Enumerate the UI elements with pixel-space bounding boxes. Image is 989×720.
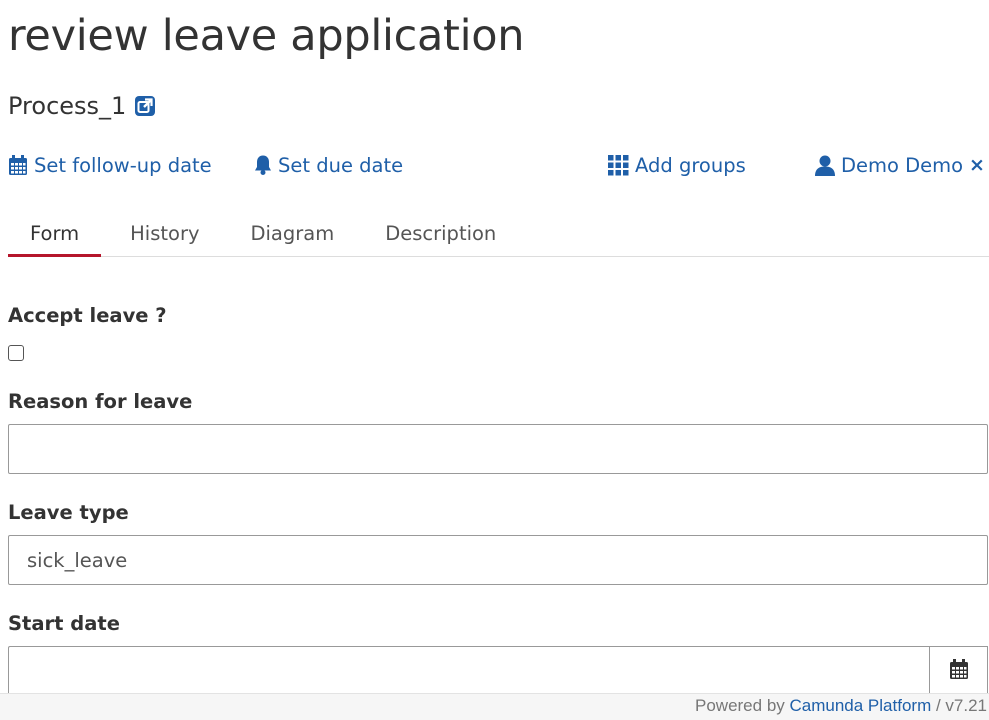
page-title: review leave application (8, 11, 525, 61)
footer: Powered by Camunda Platform / v7.21 (0, 693, 989, 720)
task-tabs: Form History Diagram Description (8, 212, 989, 257)
external-link-icon[interactable] (134, 95, 156, 117)
grid-icon (608, 154, 629, 176)
footer-prefix: Powered by (695, 696, 790, 715)
process-definition: Process_1 (8, 89, 156, 123)
add-groups-label: Add groups (635, 153, 746, 177)
accept-leave-label: Accept leave ? (8, 304, 167, 327)
tab-history[interactable]: History (108, 212, 221, 254)
set-due-date-button[interactable]: Set due date (254, 150, 403, 180)
set-follow-up-date-label: Set follow-up date (34, 153, 212, 177)
process-name: Process_1 (8, 92, 127, 120)
assignee-button[interactable]: Demo Demo (815, 150, 963, 180)
footer-version: / v7.21 (931, 696, 987, 715)
add-groups-button[interactable]: Add groups (608, 150, 746, 180)
bell-icon (254, 154, 272, 176)
close-icon[interactable]: × (969, 152, 985, 178)
reason-label: Reason for leave (8, 390, 193, 413)
leave-type-input[interactable]: sick_leave (8, 535, 988, 585)
set-due-date-label: Set due date (278, 153, 404, 177)
reason-input[interactable] (8, 424, 988, 474)
start-date-input[interactable] (8, 646, 929, 696)
calendar-icon (8, 154, 28, 176)
leave-type-label: Leave type (8, 501, 129, 524)
assignee-name: Demo Demo (841, 153, 964, 177)
start-date-label: Start date (8, 612, 120, 635)
user-icon (815, 155, 835, 176)
tab-description[interactable]: Description (363, 212, 518, 254)
accept-leave-checkbox[interactable] (8, 345, 24, 361)
footer-text: Powered by Camunda Platform / v7.21 (695, 696, 987, 716)
date-picker-button[interactable] (929, 646, 988, 696)
calendar-icon (949, 658, 969, 684)
set-follow-up-date-button[interactable]: Set follow-up date (8, 150, 212, 180)
camunda-platform-link[interactable]: Camunda Platform (790, 696, 932, 715)
tab-diagram[interactable]: Diagram (229, 212, 357, 254)
tab-form[interactable]: Form (8, 212, 102, 257)
